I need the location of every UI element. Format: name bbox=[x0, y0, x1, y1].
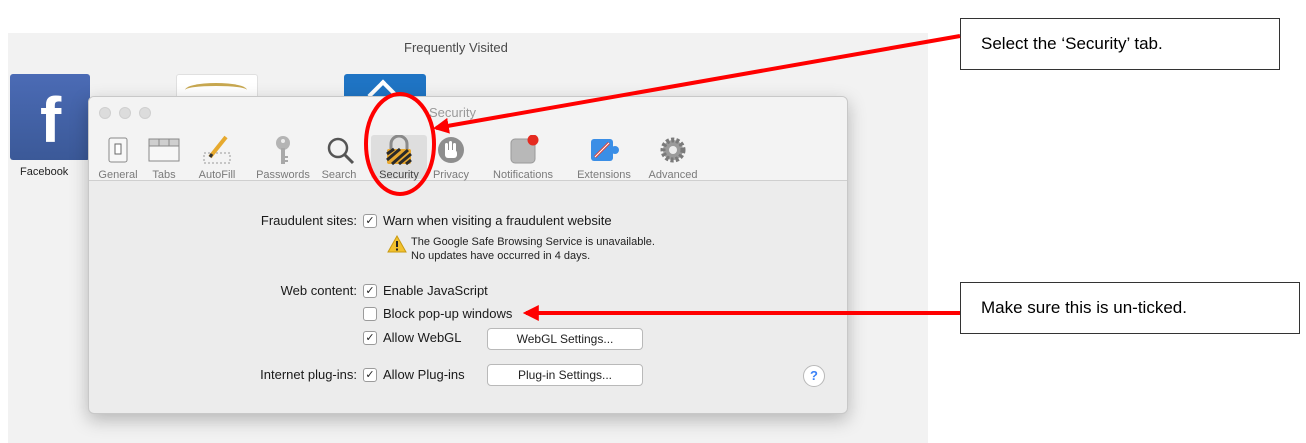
security-callout-arrow bbox=[432, 34, 961, 134]
annotation-overlay bbox=[364, 34, 961, 321]
security-tab-highlight-circle bbox=[364, 92, 436, 196]
